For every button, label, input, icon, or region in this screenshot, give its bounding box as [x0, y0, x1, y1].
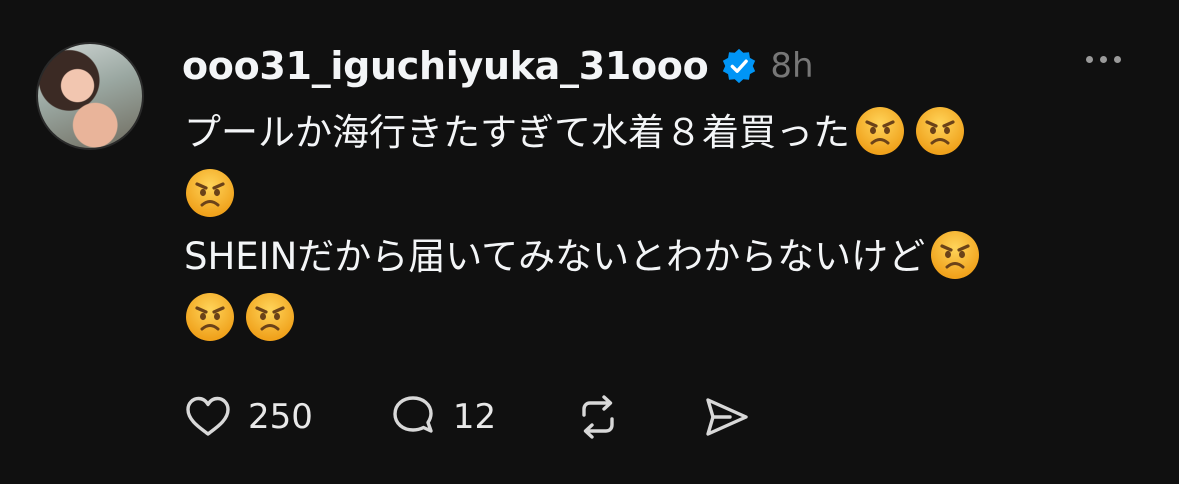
share-icon	[706, 398, 748, 436]
repost-icon	[582, 395, 614, 439]
angry-face-emoji-icon	[244, 291, 296, 343]
like-count: 250	[248, 397, 313, 437]
more-options-icon[interactable]	[1086, 56, 1121, 63]
angry-face-emoji-icon	[184, 291, 236, 343]
reply-count: 12	[452, 397, 497, 437]
angry-face-emoji-icon	[914, 105, 966, 157]
repost-button[interactable]	[572, 391, 624, 443]
verified-badge-icon	[720, 47, 758, 85]
post-text-line-1: プールか海行きたすぎて水着８着買った	[184, 104, 1134, 162]
post-header: ooo31_iguchiyuka_31ooo 8h	[182, 38, 814, 94]
post-text-2: SHEINだから届いてみないとわからないけど	[184, 235, 926, 278]
share-button[interactable]	[700, 391, 752, 443]
post-text-1: プールか海行きたすぎて水着８着買った	[184, 111, 850, 154]
post-text-line-3: SHEINだから届いてみないとわからないけど	[184, 228, 1134, 286]
post-time: 8h	[770, 46, 814, 86]
post-body: プールか海行きたすぎて水着８着買った SHEINだから届いてみないとわからないけ…	[184, 104, 1134, 348]
angry-face-emoji-icon	[184, 167, 236, 219]
comment-icon	[393, 396, 433, 433]
post-actions: 250 12	[182, 388, 752, 446]
heart-icon	[186, 396, 230, 436]
reply-button[interactable]: 12	[387, 391, 496, 443]
avatar[interactable]	[36, 42, 144, 150]
like-button[interactable]: 250	[182, 391, 313, 443]
angry-face-emoji-icon	[929, 229, 981, 281]
angry-face-emoji-icon	[854, 105, 906, 157]
post-text-line-2	[184, 166, 1134, 224]
username[interactable]: ooo31_iguchiyuka_31ooo	[182, 44, 709, 88]
post-text-line-4	[184, 290, 1134, 348]
